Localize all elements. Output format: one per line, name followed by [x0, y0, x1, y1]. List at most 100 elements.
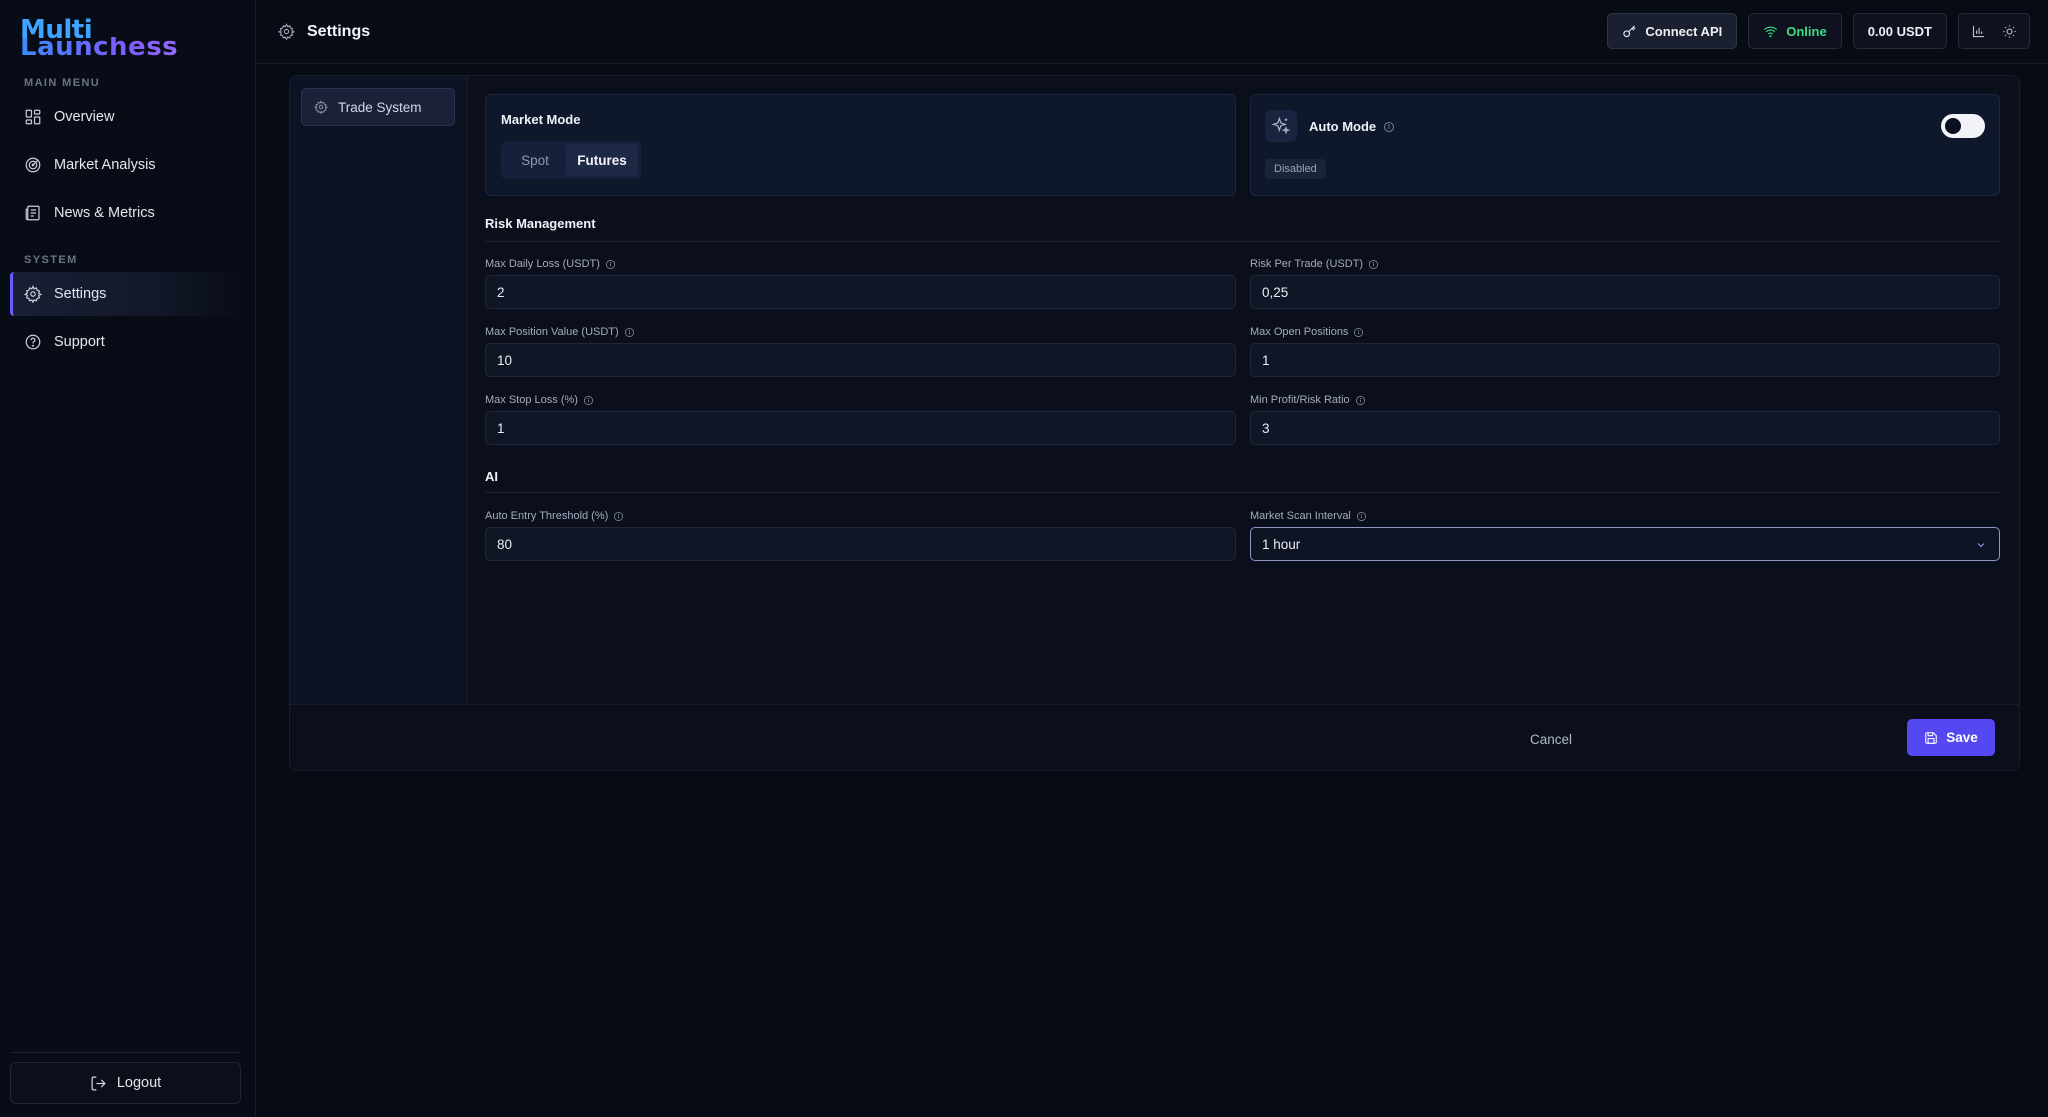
gear-icon: [278, 23, 295, 40]
settings-tabs: Trade System: [290, 76, 468, 704]
settings-card: Trade System Market Mode Spot Futures Au…: [289, 75, 2020, 771]
save-label: Save: [1946, 730, 1978, 745]
max-position-value-label-text: Max Position Value (USDT): [485, 326, 619, 338]
sidebar-divider: [10, 1052, 240, 1053]
max-open-positions-input[interactable]: 1: [1250, 343, 2000, 377]
market-mode-segmented: Spot Futures: [501, 141, 641, 179]
sidebar-item-label: Support: [54, 334, 105, 350]
auto-entry-threshold-label: Auto Entry Threshold (%): [485, 510, 624, 522]
max-stop-loss-label-text: Max Stop Loss (%): [485, 394, 578, 406]
radar-icon: [25, 157, 41, 173]
risk-per-trade-input[interactable]: 0,25: [1250, 275, 2000, 309]
info-icon[interactable]: [1353, 327, 1364, 338]
connect-api-button[interactable]: Connect API: [1607, 13, 1738, 49]
risk-divider: [485, 241, 2000, 242]
max-daily-loss-input[interactable]: 2: [485, 275, 1236, 309]
logout-label: Logout: [116, 1075, 162, 1091]
market-scan-interval-select[interactable]: 1 hour: [1250, 527, 2000, 561]
market-mode-futures[interactable]: Futures: [566, 144, 638, 176]
max-stop-loss-label: Max Stop Loss (%): [485, 394, 594, 406]
risk-management-title: Risk Management: [485, 216, 596, 231]
info-icon[interactable]: [605, 259, 616, 270]
market-mode-title: Market Mode: [501, 112, 581, 127]
balance-value: 0.00 USDT: [1867, 23, 1932, 39]
max-position-value-input[interactable]: 10: [485, 343, 1236, 377]
online-status-label: Online: [1786, 23, 1827, 39]
toggle-knob: [1945, 118, 1961, 134]
market-scan-interval-label-text: Market Scan Interval: [1250, 510, 1351, 522]
ai-divider: [485, 492, 2000, 493]
auto-mode-icon-box: [1265, 110, 1297, 142]
auto-entry-threshold-label-text: Auto Entry Threshold (%): [485, 510, 609, 522]
info-icon[interactable]: [1355, 395, 1366, 406]
logout-icon: [91, 1076, 106, 1090]
brand-line-2: Launchess: [20, 34, 190, 60]
min-profit-risk-label-text: Min Profit/Risk Ratio: [1250, 394, 1350, 406]
tab-trade-system[interactable]: Trade System: [301, 88, 455, 126]
info-icon[interactable]: [1383, 121, 1395, 133]
sidebar-item-support[interactable]: Support: [10, 320, 246, 364]
system-label: SYSTEM: [24, 254, 78, 266]
sidebar-item-settings[interactable]: Settings: [10, 272, 246, 316]
auto-mode-title: Auto Mode: [1309, 119, 1377, 134]
view-toggles: [1958, 13, 2030, 49]
max-daily-loss-label: Max Daily Loss (USDT): [485, 258, 616, 270]
ai-section-title: AI: [485, 469, 498, 484]
gear-icon: [314, 100, 328, 114]
sun-icon[interactable]: [2002, 24, 2017, 39]
max-open-positions-label-text: Max Open Positions: [1250, 326, 1349, 338]
grid-icon: [25, 109, 41, 125]
auto-mode-panel: Auto Mode Disabled: [1250, 94, 2000, 196]
top-actions: Connect API Online 0.00 USDT: [1607, 13, 2030, 49]
info-icon[interactable]: [624, 327, 635, 338]
risk-per-trade-label-text: Risk Per Trade (USDT): [1250, 258, 1364, 270]
max-daily-loss-label-text: Max Daily Loss (USDT): [485, 258, 600, 270]
sidebar-item-news-metrics[interactable]: News & Metrics: [10, 191, 246, 235]
info-icon[interactable]: [1356, 511, 1367, 522]
market-scan-interval-value: 1 hour: [1262, 536, 1301, 552]
tab-trade-system-label: Trade System: [338, 99, 422, 115]
market-mode-panel: Market Mode Spot Futures: [485, 94, 1236, 196]
sidebar: Multi Launchess MAIN MENU Overview Marke…: [0, 0, 256, 1117]
min-profit-risk-label: Min Profit/Risk Ratio: [1250, 394, 1366, 406]
balance-display: 0.00 USDT: [1852, 13, 1947, 49]
info-icon[interactable]: [583, 395, 594, 406]
key-icon: [1623, 24, 1636, 37]
wifi-icon: [1764, 26, 1778, 37]
market-mode-spot[interactable]: Spot: [504, 144, 566, 176]
save-icon: [1925, 731, 1938, 744]
save-button[interactable]: Save: [1907, 719, 1995, 756]
page-title: Settings: [307, 22, 371, 40]
sidebar-item-label: Overview: [54, 109, 115, 125]
sidebar-item-label: Settings: [54, 286, 107, 302]
max-position-value-label: Max Position Value (USDT): [485, 326, 635, 338]
chevron-down-icon: [1977, 543, 1985, 548]
card-footer-divider: [290, 704, 2019, 705]
sidebar-item-market-analysis[interactable]: Market Analysis: [10, 143, 246, 187]
sparkles-icon: [1271, 116, 1291, 135]
max-stop-loss-input[interactable]: 1: [485, 411, 1236, 445]
brand-logo[interactable]: Multi Launchess: [20, 17, 190, 62]
info-icon[interactable]: [613, 511, 624, 522]
max-open-positions-label: Max Open Positions: [1250, 326, 1364, 338]
logout-button[interactable]: Logout: [10, 1062, 241, 1104]
auto-mode-title-row: Auto Mode: [1309, 119, 1395, 134]
newspaper-icon: [25, 205, 40, 221]
topbar: Settings Connect API Online 0.00 USDT: [256, 0, 2048, 64]
help-circle-icon: [25, 334, 41, 350]
auto-mode-status-badge: Disabled: [1265, 159, 1326, 179]
sidebar-item-label: Market Analysis: [54, 157, 156, 173]
main-content: Settings Connect API Online 0.00 USDT Tr…: [256, 0, 2048, 1117]
info-icon[interactable]: [1368, 259, 1379, 270]
auto-entry-threshold-input[interactable]: 80: [485, 527, 1236, 561]
gear-icon: [24, 285, 42, 303]
sidebar-item-overview[interactable]: Overview: [10, 95, 246, 139]
cancel-button[interactable]: Cancel: [1518, 721, 1584, 757]
online-status: Online: [1748, 13, 1842, 49]
min-profit-risk-input[interactable]: 3: [1250, 411, 2000, 445]
auto-mode-toggle[interactable]: [1941, 114, 1985, 138]
bar-chart-icon[interactable]: [1971, 24, 1986, 39]
market-scan-interval-label: Market Scan Interval: [1250, 510, 1367, 522]
connect-api-label: Connect API: [1645, 23, 1723, 39]
sidebar-item-label: News & Metrics: [54, 205, 155, 221]
